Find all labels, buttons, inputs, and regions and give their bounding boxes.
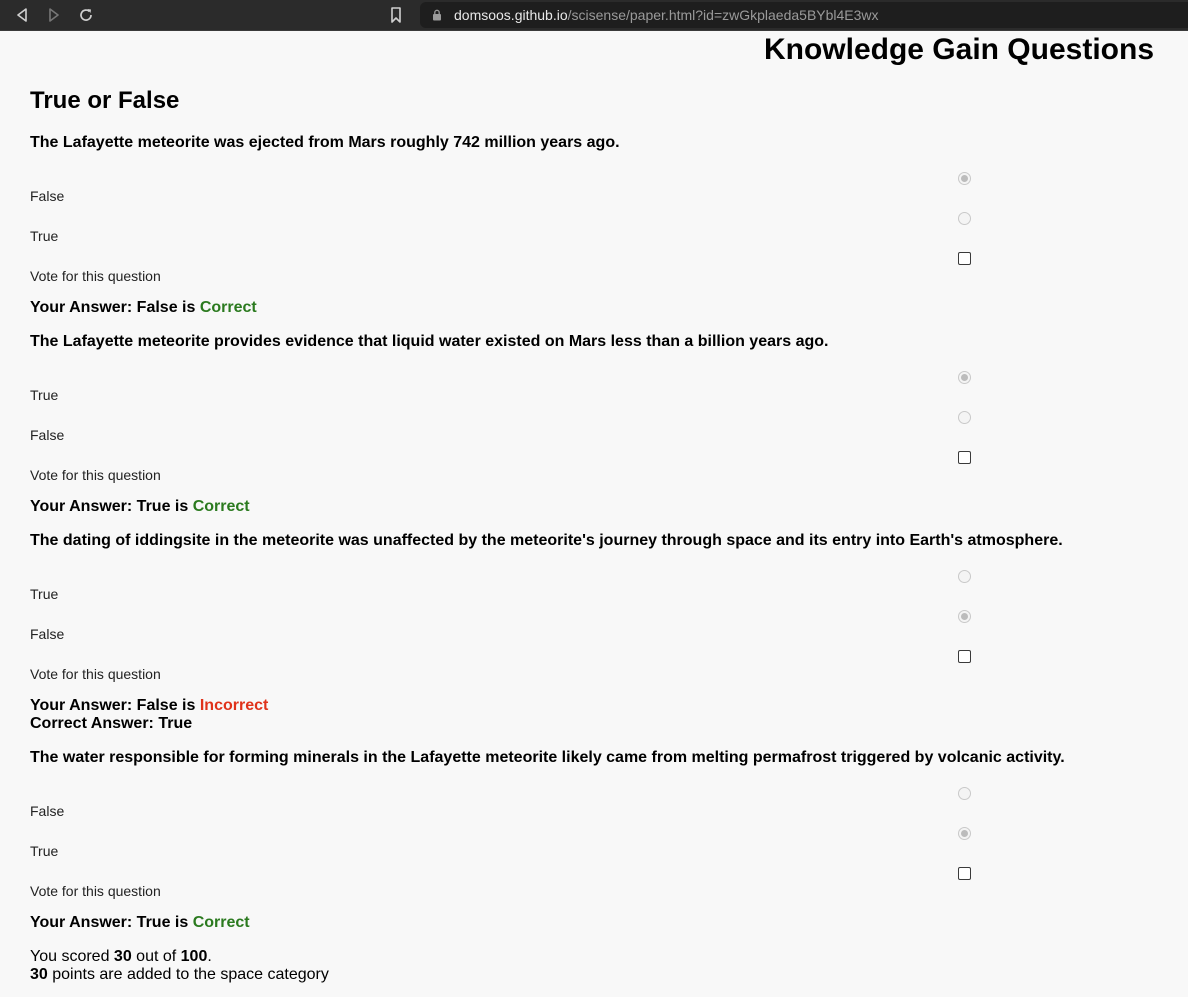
answer-prefix: Your Answer: False is	[30, 697, 196, 714]
question-text: The water responsible for forming minera…	[30, 749, 1065, 766]
answer-prefix: Your Answer: True is	[30, 914, 189, 931]
forward-button[interactable]	[46, 7, 62, 23]
vote-checkbox[interactable]	[958, 650, 971, 663]
address-bar[interactable]: domsoos.github.io/scisense/paper.html?id…	[420, 2, 1188, 28]
answer-prefix: Your Answer: True is	[30, 498, 189, 515]
score-value: 30	[113, 948, 132, 965]
question-text: The Lafayette meteorite was ejected from…	[30, 134, 620, 151]
points-value: 30	[30, 966, 48, 983]
option-label: True	[30, 387, 59, 403]
url-host: domsoos.github.io	[454, 7, 568, 23]
option-label: True	[30, 228, 59, 244]
option-label: False	[30, 626, 65, 642]
option-label: False	[30, 427, 65, 443]
vote-checkbox[interactable]	[958, 451, 971, 464]
url-path: /scisense/paper.html?id=zwGkplaeda5BYbl4…	[567, 7, 879, 23]
forward-arrow-icon	[49, 8, 59, 22]
option-radio-2[interactable]	[958, 827, 971, 840]
vote-checkbox[interactable]	[958, 252, 971, 265]
option-label: False	[30, 188, 65, 204]
result-correct: Correct	[192, 914, 250, 931]
option-radio-1[interactable]	[958, 371, 971, 384]
result-correct: Correct	[199, 299, 257, 316]
answer-result: Your Answer: True is Correct	[30, 914, 250, 932]
correct-answer: Correct Answer: True	[30, 715, 193, 732]
browser-toolbar: domsoos.github.io/scisense/paper.html?id…	[0, 0, 1188, 31]
vote-label: Vote for this question	[30, 268, 161, 284]
section-title: True or False	[30, 87, 180, 114]
vote-label: Vote for this question	[30, 883, 161, 899]
back-button[interactable]	[14, 7, 30, 23]
answer-result: Your Answer: False is Correct	[30, 299, 257, 317]
answer-result: Your Answer: True is Correct	[30, 498, 250, 516]
url-text: domsoos.github.io/scisense/paper.html?id…	[454, 7, 879, 23]
question-text: The Lafayette meteorite provides evidenc…	[30, 333, 829, 350]
vote-label: Vote for this question	[30, 467, 161, 483]
option-radio-2[interactable]	[958, 212, 971, 225]
option-label: True	[30, 843, 59, 859]
option-radio-1[interactable]	[958, 570, 971, 583]
page-heading: Knowledge Gain Questions	[763, 33, 1154, 66]
score-prefix: You scored	[30, 948, 110, 965]
answer-prefix: Your Answer: False is	[30, 299, 196, 316]
score-suffix: .	[207, 948, 212, 965]
answer-result: Your Answer: False is Incorrect	[30, 697, 268, 715]
option-radio-2[interactable]	[958, 610, 971, 623]
option-radio-2[interactable]	[958, 411, 971, 424]
points-line: 30 points are added to the space categor…	[30, 966, 329, 984]
vote-checkbox[interactable]	[958, 867, 971, 880]
option-radio-1[interactable]	[958, 787, 971, 800]
result-correct: Correct	[192, 498, 250, 515]
option-label: False	[30, 803, 65, 819]
bookmark-icon	[391, 7, 401, 23]
reload-button[interactable]	[78, 7, 94, 23]
score-line: You scored 30 out of 100.	[30, 948, 212, 966]
lock-icon	[433, 9, 441, 21]
vote-label: Vote for this question	[30, 666, 161, 682]
points-text: points are added to the space category	[52, 966, 329, 983]
score-mid: out of	[136, 948, 177, 965]
question-text: The dating of iddingsite in the meteorit…	[30, 532, 1063, 549]
reload-icon	[80, 9, 92, 21]
bookmark-button[interactable]	[390, 7, 406, 23]
result-incorrect: Incorrect	[199, 697, 269, 714]
score-total: 100	[180, 948, 208, 965]
option-label: True	[30, 586, 59, 602]
back-arrow-icon	[17, 8, 27, 22]
option-radio-1[interactable]	[958, 172, 971, 185]
